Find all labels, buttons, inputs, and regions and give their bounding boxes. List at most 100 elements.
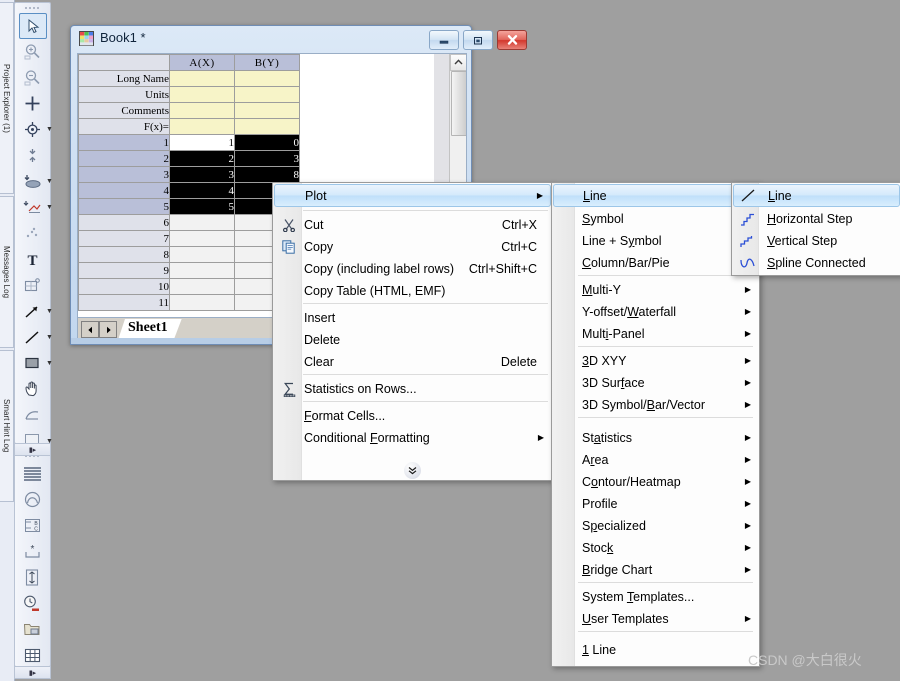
menu-item-format-cells[interactable]: Format Cells...	[274, 405, 551, 427]
cell-a5[interactable]: 5	[169, 198, 235, 215]
line-submenu[interactable]: Line Horizontal Step Vertical Step Splin…	[731, 182, 900, 276]
rename-icon[interactable]: BC	[19, 513, 45, 537]
text-tool-icon[interactable]: T	[19, 247, 45, 271]
cell-a3[interactable]: 3	[169, 166, 235, 183]
menu-item-line-symbol[interactable]: Line + Symbol ▶	[553, 230, 758, 252]
triangle-left-icon[interactable]	[81, 321, 99, 338]
cell-b2[interactable]: 3	[234, 150, 300, 167]
row-label-units[interactable]: Units	[78, 86, 170, 103]
cell-units-b[interactable]	[234, 86, 300, 103]
row-header-6[interactable]: 6	[78, 214, 170, 231]
grid-icon[interactable]	[19, 643, 45, 667]
row-label-fx[interactable]: F(x)=	[78, 118, 170, 135]
row-header-2[interactable]: 2	[78, 150, 170, 167]
cell-a10[interactable]	[169, 278, 235, 295]
menu-item-copy[interactable]: Copy Ctrl+C	[274, 236, 551, 258]
cell-comments-b[interactable]	[234, 102, 300, 119]
row-label-long-name[interactable]: Long Name	[78, 70, 170, 87]
line-tool-icon[interactable]	[19, 325, 45, 349]
close-icon[interactable]	[497, 30, 527, 50]
cell-a9[interactable]	[169, 262, 235, 279]
menu-item-cut[interactable]: Cut Ctrl+X	[274, 214, 551, 236]
menu-item-conditional-formatting[interactable]: Conditional Formatting ▶	[274, 427, 551, 449]
cell-a1[interactable]: 1	[169, 134, 235, 151]
speedmode-icon[interactable]	[19, 487, 45, 511]
cell-a11[interactable]	[169, 294, 235, 311]
row-header-10[interactable]: 10	[78, 278, 170, 295]
cell-comments-a[interactable]	[169, 102, 235, 119]
sheet-tab-sheet1[interactable]: Sheet1	[118, 319, 182, 340]
project-stamp-icon[interactable]	[19, 617, 45, 641]
menu-item-copy-table[interactable]: Copy Table (HTML, EMF)	[274, 280, 551, 302]
cell-longname-b[interactable]	[234, 70, 300, 87]
column-header-b[interactable]: B(Y)	[234, 54, 300, 71]
pan-hand-icon[interactable]	[19, 377, 45, 401]
cell-context-menu[interactable]: Plot ▶ Cut Ctrl+X Copy Ctrl+C Copy (incl…	[272, 182, 553, 481]
rectangle-select-icon[interactable]	[19, 273, 45, 297]
menu-item-spline-connected[interactable]: Spline Connected	[733, 252, 900, 274]
cell-a6[interactable]	[169, 214, 235, 231]
zoom-out-icon[interactable]	[19, 65, 45, 89]
data-reader-icon[interactable]	[19, 91, 45, 115]
menu-item-contour-heatmap[interactable]: Contour/Heatmap ▶	[553, 471, 758, 493]
regional-data-icon[interactable]	[19, 195, 45, 219]
row-header-9[interactable]: 9	[78, 262, 170, 279]
cell-a2[interactable]: 2	[169, 150, 235, 167]
regional-mask-dropdown-arrow[interactable]: ▼	[45, 169, 54, 193]
toolbar-main-expand-handle[interactable]: ▮▸	[14, 443, 51, 456]
rectangle-tool-icon[interactable]	[19, 351, 45, 375]
menu-expander-button[interactable]	[273, 462, 552, 479]
cell-units-a[interactable]	[169, 86, 235, 103]
triangle-right-icon[interactable]	[99, 321, 117, 338]
row-header-7[interactable]: 7	[78, 230, 170, 247]
restore-icon[interactable]	[463, 30, 493, 50]
menu-item-insert[interactable]: Insert	[274, 307, 551, 329]
regional-data-dropdown-arrow[interactable]: ▼	[45, 195, 54, 219]
clock-stamp-icon[interactable]	[19, 591, 45, 615]
menu-item-multi-y[interactable]: Multi-Y ▶	[553, 279, 758, 301]
menu-item-statistics[interactable]: Statistics ▶	[553, 427, 758, 449]
dock-tab-messages-log[interactable]: Messages Log	[0, 196, 14, 348]
screen-reader-dropdown-arrow[interactable]: ▼	[45, 117, 54, 141]
menu-item-area[interactable]: Area ▶	[553, 449, 758, 471]
column-header-a[interactable]: A(X)	[169, 54, 235, 71]
row-header-4[interactable]: 4	[78, 182, 170, 199]
menu-item-copy-including-label-rows[interactable]: Copy (including label rows) Ctrl+Shift+C	[274, 258, 551, 280]
menu-item-profile[interactable]: Profile ▶	[553, 493, 758, 515]
row-header-11[interactable]: 11	[78, 294, 170, 311]
chevron-up-icon[interactable]	[450, 54, 466, 71]
worksheet-table[interactable]: A(X) B(Y) Long Name Units Comments F(x)=…	[78, 54, 300, 311]
menu-item-y-offset-waterfall[interactable]: Y-offset/Waterfall ▶	[553, 301, 758, 323]
cell-fx-a[interactable]	[169, 118, 235, 135]
menu-item-statistics-on-rows[interactable]: Statistics on Rows...	[274, 378, 551, 400]
menu-item-line-plot[interactable]: Line	[733, 184, 900, 207]
grid-corner[interactable]	[78, 54, 170, 71]
cell-b1[interactable]: 0	[234, 134, 300, 151]
cell-a7[interactable]	[169, 230, 235, 247]
dock-tab-smart-hint-log[interactable]: Smart Hint Log	[0, 350, 14, 502]
align-icon[interactable]	[19, 565, 45, 589]
row-header-1[interactable]: 1	[78, 134, 170, 151]
data-selector-icon[interactable]	[19, 143, 45, 167]
row-header-3[interactable]: 3	[78, 166, 170, 183]
menu-item-3d-surface[interactable]: 3D Surface ▶	[553, 372, 758, 394]
row-label-comments[interactable]: Comments	[78, 102, 170, 119]
merge-icon[interactable]: *	[19, 539, 45, 563]
plot-submenu[interactable]: Line ▶ Symbol ▶ Line + Symbol ▶ Column/B…	[551, 182, 760, 667]
menu-item-stock[interactable]: Stock ▶	[553, 537, 758, 559]
menu-item-specialized[interactable]: Specialized ▶	[553, 515, 758, 537]
cell-a8[interactable]	[169, 246, 235, 263]
menu-item-plot[interactable]: Plot ▶	[274, 184, 551, 207]
scrollbar-thumb[interactable]	[451, 71, 466, 136]
menu-item-multi-panel[interactable]: Multi-Panel ▶	[553, 323, 758, 345]
menu-item-3d-symbol-bar-vector[interactable]: 3D Symbol/Bar/Vector ▶	[553, 394, 758, 416]
cell-a4[interactable]: 4	[169, 182, 235, 199]
menu-item-horizontal-step[interactable]: Horizontal Step	[733, 208, 900, 230]
menu-item-system-templates[interactable]: System Templates...	[553, 586, 758, 608]
layers-icon[interactable]	[19, 461, 45, 485]
menu-item-column-bar-pie[interactable]: Column/Bar/Pie ▶	[553, 252, 758, 274]
dock-tab-project-explorer[interactable]: Project Explorer (1)	[0, 2, 14, 194]
menu-item-clear[interactable]: Clear Delete	[274, 351, 551, 373]
menu-item-symbol[interactable]: Symbol ▶	[553, 208, 758, 230]
arrow-tool-dropdown-arrow[interactable]: ▼	[45, 299, 54, 323]
